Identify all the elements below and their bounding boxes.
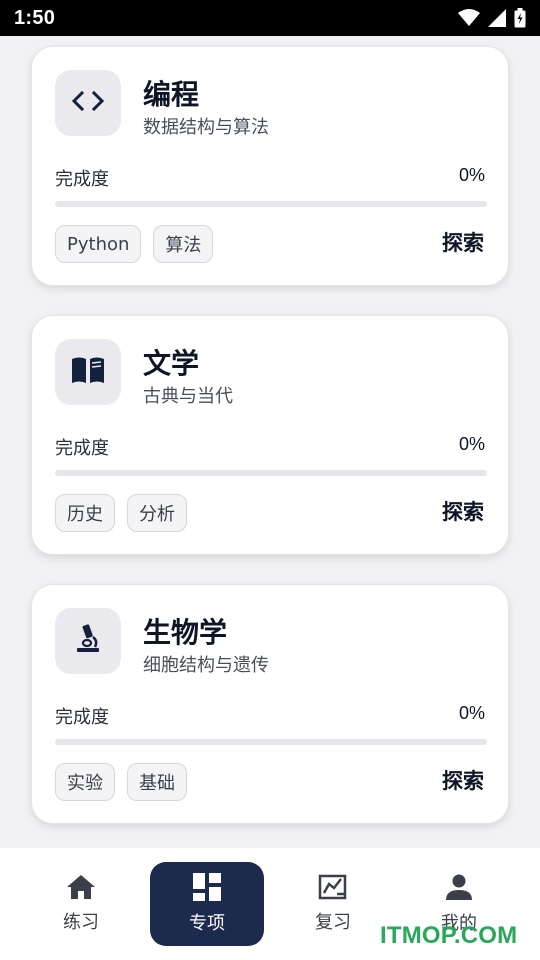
subject-card-literature[interactable]: 文学 古典与当代 完成度 0% 历史 分析 探索	[31, 315, 509, 555]
tag[interactable]: 算法	[153, 225, 214, 263]
progress-bar	[55, 201, 487, 207]
progress-value: 0%	[458, 703, 485, 723]
status-time: 1:50	[14, 6, 56, 29]
card-icon-container	[55, 608, 121, 674]
progress-value: 0%	[458, 165, 485, 185]
tag-list: 历史 分析	[55, 494, 187, 532]
explore-button[interactable]: 探索	[442, 765, 484, 795]
explore-button[interactable]: 探索	[442, 496, 484, 526]
tag[interactable]: 实验	[55, 763, 115, 801]
book-icon	[70, 355, 106, 389]
card-title: 编程	[143, 78, 200, 111]
nav-item-practice[interactable]: 练习	[24, 862, 138, 946]
nav-label: 练习	[63, 912, 99, 933]
card-subtitle: 数据结构与算法	[143, 117, 269, 138]
progress-label: 完成度	[55, 169, 109, 190]
tag[interactable]: Python	[55, 225, 142, 263]
battery-icon	[514, 8, 526, 28]
card-icon-container	[55, 70, 121, 136]
tag-list: Python 算法	[55, 225, 214, 263]
progress-value: 0%	[458, 434, 485, 454]
code-icon	[71, 89, 105, 117]
card-title: 文学	[143, 347, 200, 380]
nav-item-special[interactable]: 专项	[150, 862, 264, 946]
progress-bar	[55, 470, 487, 476]
subject-list[interactable]: 编程 数据结构与算法 完成度 0% Python 算法 探索 文学 古典与当代 …	[0, 36, 540, 848]
card-subtitle: 古典与当代	[143, 386, 233, 407]
card-subtitle: 细胞结构与遗传	[143, 655, 269, 676]
dashboard-icon	[193, 873, 221, 905]
watermark: ITMOP.COM	[380, 922, 518, 949]
explore-button[interactable]: 探索	[442, 227, 484, 257]
status-icons	[458, 8, 526, 28]
nav-item-review[interactable]: 复习	[276, 862, 390, 946]
signal-icon	[488, 9, 506, 27]
subject-card-programming[interactable]: 编程 数据结构与算法 完成度 0% Python 算法 探索	[31, 46, 509, 286]
progress-label: 完成度	[55, 438, 109, 459]
nav-label: 专项	[189, 913, 225, 934]
progress-bar	[55, 739, 487, 745]
tag[interactable]: 分析	[127, 494, 187, 532]
tag[interactable]: 历史	[55, 494, 115, 532]
review-icon	[317, 874, 349, 904]
subject-card-biology[interactable]: 生物学 细胞结构与遗传 完成度 0% 实验 基础 探索	[31, 584, 509, 824]
nav-label: 复习	[315, 912, 351, 933]
wifi-icon	[458, 9, 480, 27]
status-bar: 1:50	[0, 0, 540, 36]
card-icon-container	[55, 339, 121, 405]
tag-list: 实验 基础	[55, 763, 187, 801]
person-icon	[445, 873, 473, 905]
progress-label: 完成度	[55, 707, 109, 728]
card-title: 生物学	[143, 616, 228, 649]
tag[interactable]: 基础	[127, 763, 187, 801]
home-icon	[66, 874, 96, 904]
microscope-icon	[73, 623, 103, 659]
